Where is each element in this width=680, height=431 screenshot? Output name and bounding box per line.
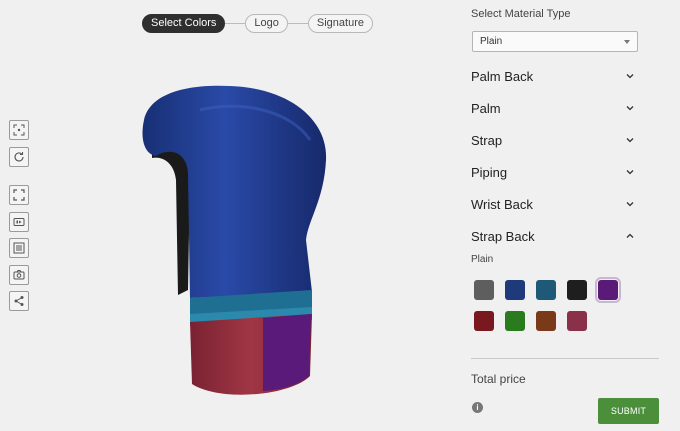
section-strap-back[interactable]: Strap Back — [471, 226, 637, 246]
total-price-label: Total price — [471, 372, 526, 386]
share-button[interactable] — [9, 291, 29, 311]
section-label: Palm — [471, 100, 501, 116]
section-label: Strap — [471, 132, 503, 148]
fullscreen-button[interactable] — [9, 185, 29, 205]
step-logo[interactable]: Logo — [245, 14, 288, 33]
section-label: Piping — [471, 164, 508, 180]
color-swatch[interactable] — [474, 280, 494, 300]
chevron-down-icon — [626, 74, 634, 79]
media-icon — [13, 218, 25, 226]
customization-panel: Select Material Type Plain Palm Back Pal… — [471, 0, 661, 431]
focus-icon — [13, 124, 25, 136]
list-button[interactable] — [9, 238, 29, 258]
section-label: Strap Back — [471, 228, 535, 244]
step-connector — [287, 23, 308, 24]
section-label: Palm Back — [471, 68, 534, 84]
step-select-colors[interactable]: Select Colors — [142, 14, 226, 33]
swatch-group-label: Plain — [471, 254, 494, 265]
section-palm[interactable]: Palm — [471, 98, 637, 118]
color-swatch[interactable] — [567, 280, 587, 300]
chevron-down-icon — [626, 138, 634, 143]
step-navigation: Select Colors Logo Signature — [142, 14, 373, 33]
glove-logo-panel — [263, 314, 311, 391]
material-type-value: Plain — [480, 36, 503, 47]
camera-icon — [13, 270, 25, 280]
glove-3d-preview[interactable] — [130, 80, 330, 410]
rotate-button[interactable] — [9, 147, 29, 167]
chevron-down-icon — [626, 170, 634, 175]
color-swatch[interactable] — [567, 311, 587, 331]
material-type-select[interactable]: Plain — [472, 31, 638, 52]
info-icon[interactable]: i — [472, 402, 483, 413]
chevron-up-icon — [626, 233, 634, 238]
media-button[interactable] — [9, 212, 29, 232]
material-type-label: Select Material Type — [471, 8, 571, 20]
color-swatch[interactable] — [536, 311, 556, 331]
color-swatch[interactable] — [536, 280, 556, 300]
section-label: Wrist Back — [471, 196, 533, 212]
focus-button[interactable] — [9, 120, 29, 140]
color-swatch[interactable] — [595, 277, 621, 303]
section-palm-back[interactable]: Palm Back — [471, 66, 637, 86]
color-swatch[interactable] — [505, 280, 525, 300]
section-wrist-back[interactable]: Wrist Back — [471, 194, 637, 214]
color-swatch[interactable] — [505, 311, 525, 331]
list-icon — [13, 242, 25, 254]
camera-button[interactable] — [9, 265, 29, 285]
share-icon — [14, 296, 24, 306]
step-connector — [225, 23, 246, 24]
glove-shell — [142, 85, 327, 298]
rotate-icon — [14, 152, 24, 162]
chevron-down-icon — [626, 106, 634, 111]
color-swatch[interactable] — [474, 311, 494, 331]
section-strap[interactable]: Strap — [471, 130, 637, 150]
glove-lining — [152, 146, 190, 295]
caret-down-icon — [624, 40, 630, 44]
step-signature[interactable]: Signature — [307, 14, 373, 33]
section-piping[interactable]: Piping — [471, 162, 637, 182]
divider — [471, 358, 659, 359]
fullscreen-icon — [13, 189, 25, 201]
submit-button[interactable]: SUBMIT — [598, 398, 659, 424]
chevron-down-icon — [626, 202, 634, 207]
